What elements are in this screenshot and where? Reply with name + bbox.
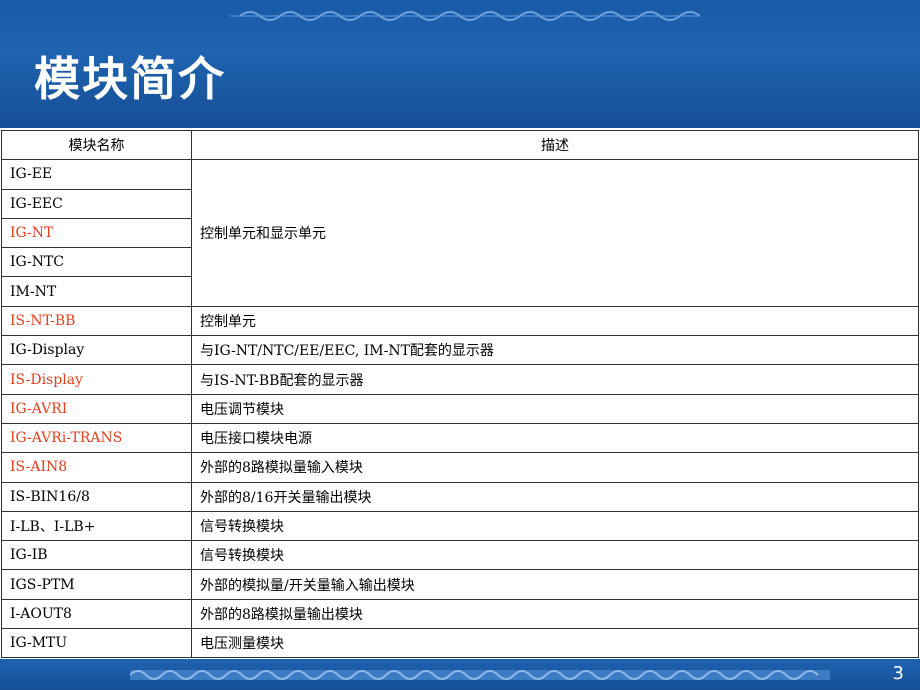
table-row: IG-AVRI 电压调节模块 — [1, 393, 919, 424]
module-desc-cell: 控制单元和显示单元 — [191, 159, 919, 307]
ornament-top-icon — [230, 11, 700, 21]
module-desc-cell: 与IG-NT/NTC/EE/EEC, IM-NT配套的显示器 — [191, 335, 919, 366]
module-name-cell: IS-NT-BB — [1, 305, 192, 337]
module-name-cell: IG-MTU — [1, 628, 192, 659]
table-row: I-AOUT8 外部的8路模拟量输出模块 — [1, 598, 919, 630]
module-name-cell: IG-IB — [1, 540, 192, 571]
module-desc-cell: 控制单元 — [191, 305, 919, 337]
page-title: 模块简介 — [34, 52, 226, 106]
module-desc-cell: 外部的8路模拟量输出模块 — [191, 598, 919, 630]
column-header-desc: 描述 — [191, 129, 919, 161]
slide-footer: 3 — [0, 659, 920, 690]
module-name-cell: IG-EE — [1, 159, 192, 190]
ornament-bottom-icon — [130, 670, 830, 680]
module-desc-cell: 电压调节模块 — [191, 393, 919, 424]
page-number: 3 — [892, 663, 904, 684]
table-row: IG-Display 与IG-NT/NTC/EE/EEC, IM-NT配套的显示器 — [1, 335, 919, 366]
module-desc-cell: 信号转换模块 — [191, 540, 919, 571]
module-name-cell: IS-Display — [1, 364, 192, 395]
module-name-cell: IS-BIN16/8 — [1, 481, 192, 512]
module-desc-cell: 电压接口模块电源 — [191, 422, 919, 454]
module-desc-cell: 与IS-NT-BB配套的显示器 — [191, 364, 919, 395]
module-name-cell: IS-AIN8 — [1, 452, 192, 483]
table-row: IS-NT-BB 控制单元 — [1, 305, 919, 337]
module-desc-cell: 外部的8/16开关量输出模块 — [191, 481, 919, 512]
module-desc-cell: 外部的8路模拟量输入模块 — [191, 452, 919, 483]
module-desc-cell: 外部的模拟量/开关量输入输出模块 — [191, 569, 919, 600]
module-name-cell: IG-AVRi-TRANS — [1, 422, 192, 454]
table-row: IS-BIN16/8 外部的8/16开关量输出模块 — [1, 481, 919, 512]
table-header-row: 模块名称 描述 — [1, 129, 919, 161]
module-name-cell: IG-AVRI — [1, 393, 192, 424]
module-name-cell: IG-NT — [1, 217, 192, 249]
table-row: IS-AIN8 外部的8路模拟量输入模块 — [1, 452, 919, 483]
table-row: IG-IB 信号转换模块 — [1, 540, 919, 571]
module-name-cell: IG-EEC — [1, 188, 192, 219]
column-header-name: 模块名称 — [1, 129, 192, 161]
table-row: IG-MTU 电压测量模块 — [1, 628, 919, 659]
table-row: IS-Display 与IS-NT-BB配套的显示器 — [1, 364, 919, 395]
table-row: IGS-PTM 外部的模拟量/开关量输入输出模块 — [1, 569, 919, 600]
module-desc-cell: 电压测量模块 — [191, 628, 919, 659]
table-row: IG-EE 控制单元和显示单元 — [1, 159, 919, 307]
table-row: IG-AVRi-TRANS 电压接口模块电源 — [1, 422, 919, 454]
slide-header: 模块简介 — [0, 0, 920, 128]
module-name-cell: IM-NT — [1, 276, 192, 307]
module-name-cell: IG-NTC — [1, 247, 192, 278]
module-name-cell: I-LB、I-LB+ — [1, 510, 192, 542]
module-desc-cell: 信号转换模块 — [191, 510, 919, 542]
module-table: 模块名称 描述 IG-EE 控制单元和显示单元 IG-EEC IG-NT IG-NTC I… — [1, 129, 919, 659]
table-body: IG-EE 控制单元和显示单元 IG-EEC IG-NT IG-NTC IM-NT IS-N… — [1, 159, 919, 659]
module-name-cell: IGS-PTM — [1, 569, 192, 600]
module-name-cell: IG-Display — [1, 335, 192, 366]
table-row: I-LB、I-LB+ 信号转换模块 — [1, 510, 919, 542]
module-name-cell: I-AOUT8 — [1, 598, 192, 630]
